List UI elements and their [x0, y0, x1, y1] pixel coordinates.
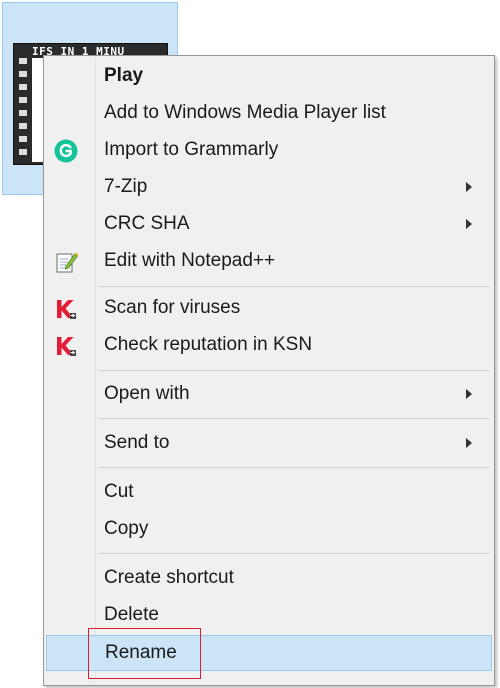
menu-item-7-zip[interactable]: 7-Zip [46, 170, 492, 206]
menu-separator [98, 467, 490, 468]
kaspersky-icon [53, 333, 79, 359]
menu-item-label: Send to [104, 432, 170, 453]
context-menu: Play Add to Windows Media Player list Im… [43, 55, 495, 686]
menu-item-cut[interactable]: Cut [46, 475, 492, 511]
menu-item-label: Check reputation in KSN [104, 334, 313, 355]
menu-separator [98, 553, 490, 554]
menu-item-label: Add to Windows Media Player list [104, 102, 386, 123]
menu-item-play[interactable]: Play [46, 59, 492, 95]
grammarly-icon [53, 138, 79, 164]
menu-item-label: Copy [104, 518, 149, 539]
menu-item-label: Create shortcut [104, 567, 234, 588]
menu-separator [98, 418, 490, 419]
menu-item-import-to-grammarly[interactable]: Import to Grammarly [46, 133, 492, 169]
menu-item-crc-sha[interactable]: CRC SHA [46, 207, 492, 243]
menu-item-create-shortcut[interactable]: Create shortcut [46, 561, 492, 597]
menu-item-label: Scan for viruses [104, 297, 241, 318]
menu-item-label: 7-Zip [104, 176, 148, 197]
submenu-arrow-icon [466, 389, 472, 399]
menu-item-label: Open with [104, 383, 190, 404]
film-strip [18, 58, 28, 162]
menu-item-label: Cut [104, 481, 134, 502]
annotation-highlight-box [88, 628, 201, 679]
menu-item-scan-for-viruses[interactable]: Scan for viruses [46, 291, 492, 327]
menu-item-check-reputation-in-ksn[interactable]: Check reputation in KSN [46, 328, 492, 364]
menu-item-label: Play [104, 65, 144, 86]
kaspersky-icon [53, 296, 79, 322]
submenu-arrow-icon [466, 438, 472, 448]
menu-item-open-with[interactable]: Open with [46, 377, 492, 413]
menu-separator [98, 370, 490, 371]
menu-item-edit-with-notepad-plus-plus[interactable]: Edit with Notepad++ [46, 244, 492, 280]
menu-separator [98, 286, 490, 287]
submenu-arrow-icon [466, 219, 472, 229]
menu-item-send-to[interactable]: Send to [46, 426, 492, 462]
notepad-plus-plus-icon [53, 249, 79, 275]
submenu-arrow-icon [466, 182, 472, 192]
menu-item-label: Import to Grammarly [104, 139, 279, 160]
menu-item-label: Delete [104, 604, 159, 625]
menu-item-copy[interactable]: Copy [46, 512, 492, 548]
menu-item-label: CRC SHA [104, 213, 190, 234]
menu-item-label: Edit with Notepad++ [104, 250, 276, 271]
menu-item-add-to-wmp-list[interactable]: Add to Windows Media Player list [46, 96, 492, 132]
